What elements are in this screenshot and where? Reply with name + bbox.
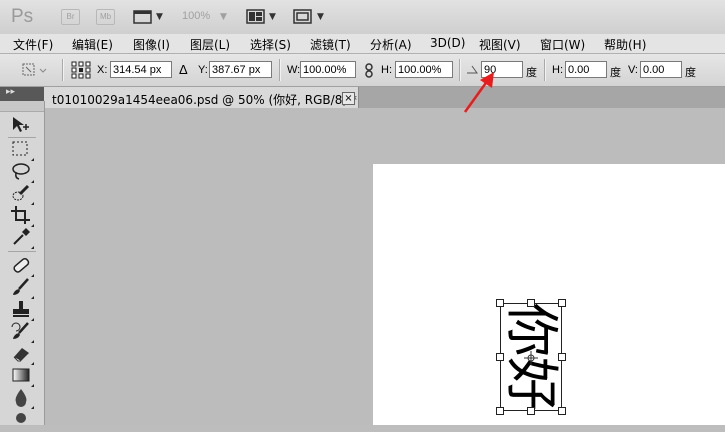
w-label: W: <box>287 64 301 76</box>
menu-help[interactable]: 帮助(H) <box>604 36 646 53</box>
transform-handle-left[interactable] <box>496 353 504 361</box>
healing-brush-icon <box>13 258 30 273</box>
tools-panel <box>0 101 45 425</box>
v-skew-unit: 度 <box>685 67 696 79</box>
arrange-dropdown-icon[interactable]: ▼ <box>269 12 276 22</box>
h-skew-unit: 度 <box>610 67 621 79</box>
transform-handle-top-right[interactable] <box>558 299 566 307</box>
application-bar: Ps Br Mb ▼ 100% ▼ ▼ ▼ <box>0 0 725 35</box>
eraser-tool[interactable] <box>10 343 34 365</box>
menu-view[interactable]: 视图(V) <box>479 36 521 53</box>
options-bar: X: 314.54 px Δ Y: 387.67 px W: 100.00% H… <box>0 54 725 87</box>
options-separator <box>62 59 64 81</box>
screen-mode-icon[interactable] <box>293 9 313 25</box>
zoom-level[interactable]: 100% <box>182 10 210 22</box>
crop-icon <box>11 206 30 224</box>
relative-positioning-icon[interactable]: Δ <box>179 62 188 77</box>
menu-select[interactable]: 选择(S) <box>250 36 291 53</box>
menu-bar: 文件(F) 编辑(E) 图像(I) 图层(L) 选择(S) 滤镜(T) 分析(A… <box>0 34 725 54</box>
lasso-tool[interactable] <box>10 161 34 183</box>
transform-handle-top[interactable] <box>527 299 535 307</box>
history-brush-tool[interactable] <box>10 321 34 343</box>
menu-window[interactable]: 窗口(W) <box>540 36 585 53</box>
transform-handle-bottom-left[interactable] <box>496 407 504 415</box>
lasso-icon <box>12 163 30 180</box>
eyedropper-tool[interactable] <box>10 227 34 249</box>
transform-handle-top-left[interactable] <box>496 299 504 307</box>
zoom-dropdown-icon[interactable]: ▼ <box>220 12 227 22</box>
dodge-icon <box>16 413 26 423</box>
marquee-tool[interactable] <box>10 139 34 161</box>
close-tab-icon[interactable]: × <box>342 92 355 105</box>
tools-panel-grip[interactable] <box>0 101 44 112</box>
view-extras-dropdown-icon[interactable]: ▼ <box>156 12 163 22</box>
menu-edit[interactable]: 编辑(E) <box>72 36 113 53</box>
link-icon[interactable] <box>364 63 374 78</box>
arrange-documents-icon[interactable] <box>246 9 266 25</box>
height-scale-field[interactable]: 100.00% <box>395 61 453 78</box>
quick-selection-tool[interactable] <box>10 183 34 205</box>
document-tab[interactable]: t01010029a1454eea06.psd @ 50% (你好, RGB/8… <box>44 87 359 108</box>
rectangular-marquee-icon <box>12 141 28 156</box>
transform-handle-bottom-right[interactable] <box>558 407 566 415</box>
y-label: Y: <box>198 64 208 76</box>
tool-preset-icon[interactable] <box>22 63 50 77</box>
x-position-field[interactable]: 314.54 px <box>110 61 172 78</box>
x-label: X: <box>97 64 108 76</box>
document-tab-title[interactable]: t01010029a1454eea06.psd @ 50% (你好, RGB/8… <box>52 91 357 108</box>
dodge-tool[interactable] <box>10 409 34 431</box>
view-extras-icon[interactable] <box>133 9 153 25</box>
rotation-unit: 度 <box>526 67 537 79</box>
brush-tool[interactable] <box>10 277 34 299</box>
v-skew-label: V: <box>628 64 638 76</box>
menu-analysis[interactable]: 分析(A) <box>370 36 412 53</box>
y-position-field[interactable]: 387.67 px <box>209 61 272 78</box>
mini-bridge-button[interactable]: Mb <box>96 9 115 25</box>
menu-file[interactable]: 文件(F) <box>13 36 53 53</box>
healing-brush-tool[interactable] <box>10 255 34 277</box>
reference-point-icon[interactable] <box>71 61 91 79</box>
document-tab-bar: t01010029a1454eea06.psd @ 50% (你好, RGB/8… <box>44 87 725 108</box>
move-tool[interactable] <box>10 114 34 136</box>
brush-icon <box>13 278 29 295</box>
eraser-icon <box>13 348 29 362</box>
menu-layer[interactable]: 图层(L) <box>190 36 230 53</box>
tools-separator <box>8 251 36 252</box>
transform-center-point-icon[interactable] <box>524 351 538 365</box>
collapse-arrows-icon[interactable]: ▸▸ <box>6 87 15 97</box>
clone-stamp-icon <box>13 301 29 317</box>
photoshop-logo: Ps <box>11 6 34 27</box>
transform-handle-bottom[interactable] <box>527 407 535 415</box>
history-brush-icon <box>11 322 29 339</box>
options-separator <box>279 59 281 81</box>
menu-3d[interactable]: 3D(D) <box>430 36 465 50</box>
blur-drop-icon <box>15 389 27 407</box>
h-skew-label: H: <box>552 64 563 76</box>
vertical-skew-field[interactable]: 0.00 <box>640 61 682 78</box>
quick-selection-icon <box>12 184 30 201</box>
horizontal-skew-field[interactable]: 0.00 <box>565 61 607 78</box>
gradient-icon <box>12 368 30 382</box>
transform-handle-right[interactable] <box>558 353 566 361</box>
menu-filter[interactable]: 滤镜(T) <box>310 36 351 53</box>
screen-mode-dropdown-icon[interactable]: ▼ <box>317 12 324 22</box>
move-icon <box>13 117 29 132</box>
options-separator <box>544 59 546 81</box>
blur-tool[interactable] <box>10 387 34 409</box>
crop-tool[interactable] <box>10 205 34 227</box>
eyedropper-icon <box>13 228 30 245</box>
annotation-arrow-icon <box>463 72 494 113</box>
h-label: H: <box>381 64 392 76</box>
clone-stamp-tool[interactable] <box>10 299 34 321</box>
gradient-tool[interactable] <box>10 365 34 387</box>
panel-collapse-strip[interactable]: ▸▸ <box>0 87 44 101</box>
menu-image[interactable]: 图像(I) <box>133 36 170 53</box>
width-scale-field[interactable]: 100.00% <box>300 61 356 78</box>
bridge-button[interactable]: Br <box>61 9 80 25</box>
tools-separator <box>8 137 36 138</box>
